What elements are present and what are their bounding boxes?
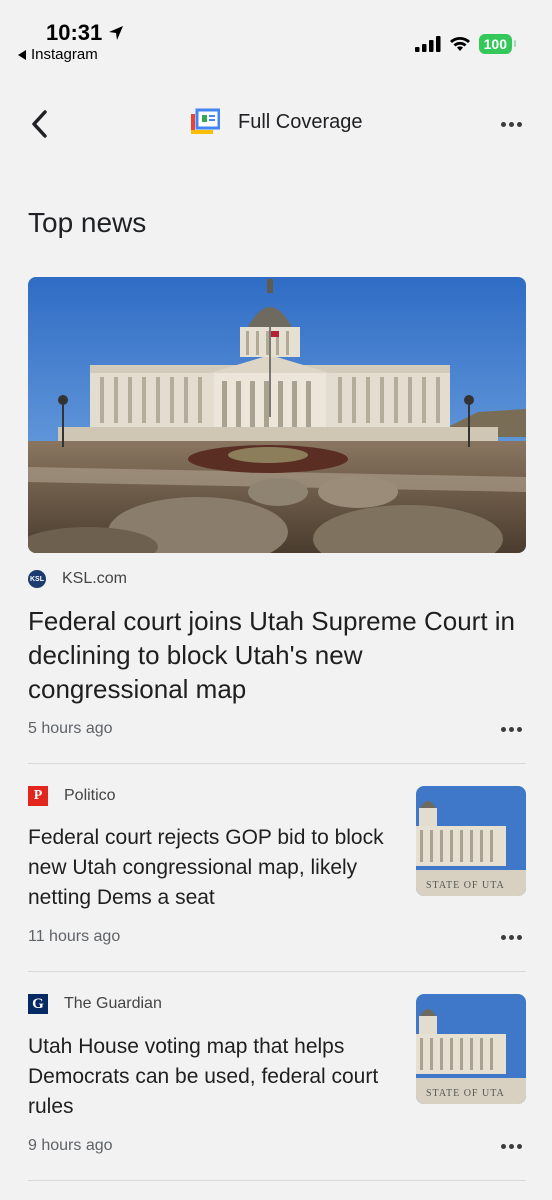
back-triangle-icon xyxy=(18,49,26,60)
story-headline[interactable]: Utah House voting map that helps Democra… xyxy=(28,1032,398,1122)
story-meta-row: 9 hours ago xyxy=(28,1137,522,1155)
capitol-thumbnail-image: STATE OF UTA xyxy=(416,994,526,1104)
status-indicators: 100 xyxy=(414,34,517,54)
divider xyxy=(28,1180,526,1181)
story-source-name: Politico xyxy=(64,787,116,804)
story-time: 9 hours ago xyxy=(28,1137,113,1154)
location-arrow-icon xyxy=(109,26,124,40)
thumb-inscription: STATE OF UTA xyxy=(426,1088,505,1099)
wifi-icon xyxy=(449,37,470,51)
status-time: 10:31 xyxy=(46,20,124,46)
story-thumbnail[interactable]: STATE OF UTA xyxy=(416,994,526,1104)
story-thumbnail[interactable]: STATE OF UTA xyxy=(416,786,526,896)
story-more-options-icon[interactable] xyxy=(501,934,522,940)
back-app-label: Instagram xyxy=(31,46,98,63)
capitol-thumbnail-image: STATE OF UTA xyxy=(416,786,526,896)
story-meta-row: 11 hours ago xyxy=(28,928,522,946)
status-bar: 10:31 Instagram 100 xyxy=(0,0,552,70)
page-title: Full Coverage xyxy=(190,108,363,136)
back-to-app-link[interactable]: Instagram xyxy=(18,46,98,63)
full-coverage-icon xyxy=(191,108,220,134)
story-source-name: The Guardian xyxy=(64,995,162,1012)
page-title-text: Full Coverage xyxy=(238,110,363,133)
hero-time: 5 hours ago xyxy=(28,720,113,737)
ksl-logo-icon: KSL xyxy=(28,570,46,588)
status-time-text: 10:31 xyxy=(46,20,103,45)
story-more-options-icon[interactable] xyxy=(501,1143,522,1149)
capitol-photo xyxy=(28,277,526,553)
politico-logo-icon: P xyxy=(28,786,48,806)
hero-more-options-icon[interactable] xyxy=(501,726,522,732)
hero-image[interactable] xyxy=(28,277,526,553)
more-dots-icon xyxy=(500,121,522,127)
hero-source-name: KSL.com xyxy=(62,570,127,587)
story-time: 11 hours ago xyxy=(28,928,121,945)
back-arrow-icon xyxy=(32,110,47,138)
guardian-logo-icon: G xyxy=(28,994,48,1014)
story-headline[interactable]: Federal court rejects GOP bid to block n… xyxy=(28,823,398,913)
cellular-signal-icon xyxy=(414,36,441,52)
app-bar: Full Coverage xyxy=(0,96,552,152)
hero-source[interactable]: KSL KSL.com xyxy=(28,570,127,588)
battery-indicator: 100 xyxy=(478,34,517,54)
hero-meta-row: 5 hours ago xyxy=(28,720,522,738)
hero-headline[interactable]: Federal court joins Utah Supreme Court i… xyxy=(28,604,528,706)
divider xyxy=(28,763,526,764)
story-source-guardian[interactable]: G The Guardian xyxy=(28,994,162,1014)
back-button[interactable] xyxy=(24,106,56,142)
more-options-button[interactable] xyxy=(496,110,526,138)
divider xyxy=(28,971,526,972)
story-source-politico[interactable]: P Politico xyxy=(28,786,116,806)
thumb-inscription: STATE OF UTA xyxy=(426,880,505,891)
section-title: Top news xyxy=(28,207,147,238)
